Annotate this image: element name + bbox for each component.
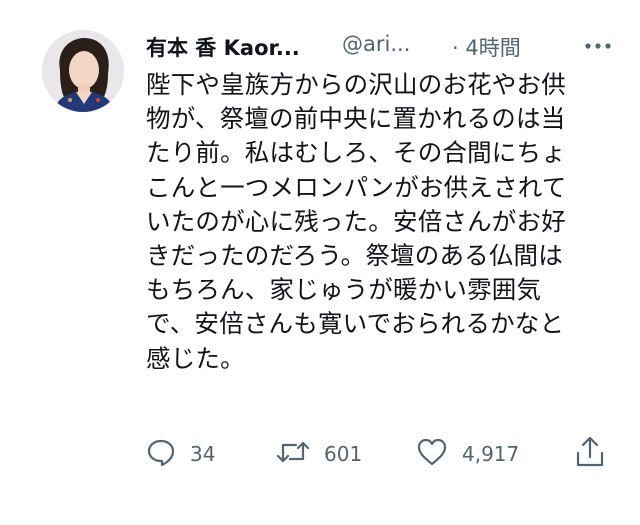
like-button[interactable]: 4,917 [416,434,519,474]
reply-button[interactable]: 34 [146,434,215,474]
retweet-button[interactable]: 601 [276,434,362,474]
tweet-header: 有本 香 Kaor... @ari... · 4時間 [146,30,616,64]
avatar-image [42,30,124,112]
heart-icon [416,437,448,471]
reply-count: 34 [190,442,216,466]
share-button[interactable] [574,434,606,474]
tweet-card[interactable]: 有本 香 Kaor... @ari... · 4時間 陛下や皇族方からの沢山のお… [0,0,640,525]
author-name[interactable]: 有本 香 Kaor... [146,32,300,62]
tweet-text: 陛下や皇族方からの沢山のお花やお供 物が、祭壇の前中央に置かれるのは当 たり前。… [146,70,567,373]
retweet-count: 601 [324,442,363,466]
tweet-actions: 34 601 4,917 [146,434,616,474]
retweet-icon [276,437,310,471]
author-handle[interactable]: @ari... [342,32,410,56]
avatar[interactable] [42,30,124,112]
reply-icon [146,437,176,471]
share-icon [574,435,606,473]
tweet-time[interactable]: · 4時間 [452,32,521,62]
more-dots-icon[interactable] [578,30,618,62]
like-count: 4,917 [462,442,520,466]
